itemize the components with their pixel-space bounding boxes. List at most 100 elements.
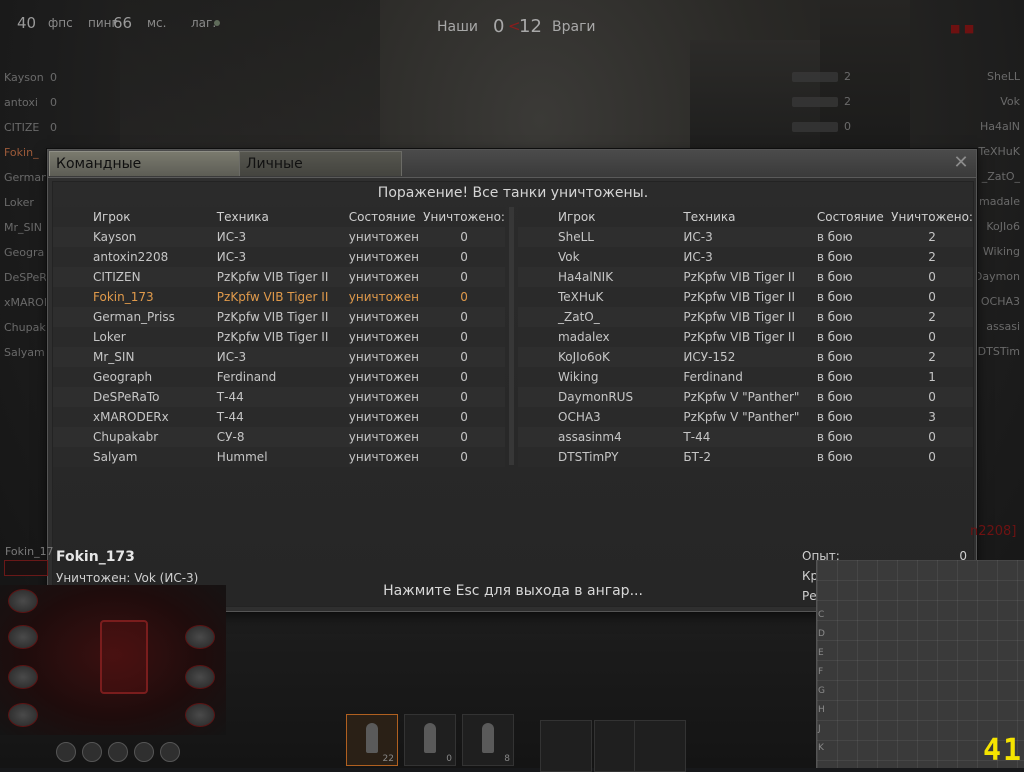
player-row: Wiking Ferdinand в бою 1 — [518, 367, 973, 387]
crew-radioman-icon — [134, 742, 154, 762]
player-row: DeSPeRaTo Т-44 уничтожен 0 — [53, 387, 505, 407]
lag-label: лаг. — [191, 16, 217, 30]
turret-icon — [8, 703, 38, 727]
minimap-row-label: D — [818, 629, 825, 639]
fire-extinguisher-slot-icon[interactable] — [634, 720, 686, 772]
player-row: Ha4alNIK PzKpfw VIB Tiger II в бою 0 — [518, 267, 973, 287]
health-bar — [4, 560, 48, 576]
state-cell: уничтожен — [348, 267, 424, 287]
score-ours: 0 — [493, 16, 505, 37]
kills-cell: 0 — [460, 250, 468, 264]
kills-cell: 0 — [928, 290, 936, 304]
tab-bar: Командные достижения Личные достижения ✕ — [48, 150, 976, 196]
ally-name: Mr_SIN — [4, 221, 42, 234]
enemy-tank-silhouette-icon — [792, 122, 838, 132]
column-header-state: Состояние — [348, 210, 416, 224]
ally-name: Geogra — [4, 246, 45, 259]
vehicle-cell: PzKpfw VIB Tiger II — [683, 330, 796, 344]
player-row: assasinm4 Т-44 в бою 0 — [518, 427, 973, 447]
player-row: CITIZEN PzKpfw VIB Tiger II уничтожен 0 — [53, 267, 505, 287]
state-cell: в бою — [816, 370, 853, 384]
player-name-cell: DTSTimPY — [558, 450, 619, 464]
vehicle-cell: PzKpfw V "Panther" — [683, 387, 817, 407]
vehicle-cell: Т-44 — [216, 410, 244, 424]
column-header-player: Игрок — [558, 210, 596, 224]
vehicle-cell: Т-44 — [216, 387, 349, 407]
repair-kit-slot-icon[interactable] — [540, 720, 592, 772]
vehicle-cell: СУ-8 — [216, 427, 349, 447]
enemy-score: 2 — [844, 95, 851, 108]
kills-cell: 0 — [423, 307, 505, 327]
vehicle-cell: ИС-3 — [683, 250, 713, 264]
ally-list-item: CITIZE 0 — [4, 119, 57, 137]
ammo-slot[interactable]: 22 — [346, 714, 398, 766]
state-cell: в бою — [816, 227, 892, 247]
team-enemy-table: Игрок Техника Состояние Уничтожено: SheL… — [518, 207, 973, 467]
vehicle-cell: ИС-3 — [216, 347, 349, 367]
player-name-cell: Chupakabr — [53, 427, 217, 447]
column-header-kills: Уничтожено: — [891, 210, 973, 224]
enemy-name: OCHA3 — [980, 295, 1020, 308]
state-cell: в бою — [816, 347, 892, 367]
damage-indicator-icon: ■ ■ — [950, 22, 975, 35]
state-cell: уничтожен — [348, 307, 424, 327]
crew-commander-icon — [56, 742, 76, 762]
tab-team-achievements[interactable]: Командные достижения — [49, 151, 240, 196]
player-row: _ZatO_ PzKpfw VIB Tiger II в бою 2 — [518, 307, 973, 327]
enemy-tank-silhouette-icon — [792, 97, 838, 107]
tab-personal-achievements[interactable]: Личные достижения — [239, 151, 402, 196]
enemy-name: assasi — [986, 320, 1020, 333]
player-name-cell: antoxin2208 — [93, 250, 169, 264]
player-name-cell: SheLL — [518, 227, 684, 247]
ammo-count: 22 — [382, 754, 394, 764]
state-cell: уничтожен — [348, 227, 424, 247]
vehicle-cell: ИС-3 — [216, 227, 349, 247]
state-cell: в бою — [816, 267, 892, 287]
ally-score: 0 — [50, 71, 57, 84]
fuel-tank-icon — [185, 665, 215, 689]
ally-list-item: Chupak — [4, 319, 46, 337]
score-enemy: 12 — [519, 16, 542, 37]
vehicle-cell: Hummel — [216, 450, 268, 464]
vehicle-cell: PzKpfw VIB Tiger II — [683, 267, 817, 287]
radio-icon — [185, 703, 215, 727]
ammo-slot[interactable]: 8 — [462, 714, 514, 766]
fps-value: 40 — [17, 14, 37, 32]
ally-name: Salyam — [4, 346, 45, 359]
vehicle-cell: ИСУ-152 — [683, 347, 817, 367]
player-row: Salyam Hummel уничтожен 0 — [53, 447, 505, 467]
kills-cell: 0 — [891, 267, 973, 287]
kills-cell: 0 — [423, 227, 505, 247]
column-header-state: Состояние — [816, 210, 884, 224]
player-row: antoxin2208 ИС-3 уничтожен 0 — [53, 247, 505, 267]
minimap-row-label: K — [818, 743, 824, 753]
team-ours-table: Игрок Техника Состояние Уничтожено: Kays… — [53, 207, 505, 467]
minimap-row-label: J — [818, 724, 821, 734]
close-icon[interactable]: ✕ — [952, 154, 970, 172]
kills-cell: 1 — [928, 370, 936, 384]
vehicle-cell: PzKpfw VIB Tiger II — [683, 307, 817, 327]
player-name-cell: assasinm4 — [518, 427, 684, 447]
player-row: Mr_SIN ИС-3 уничтожен 0 — [53, 347, 505, 367]
ammo-slot[interactable]: 0 — [404, 714, 456, 766]
kills-cell: 0 — [460, 370, 468, 384]
player-name-cell: Kayson — [53, 227, 217, 247]
battle-result-title: Поражение! Все танки уничтожены. — [377, 185, 649, 201]
kills-cell: 0 — [423, 387, 505, 407]
ping-value: 66 — [113, 14, 133, 32]
kills-cell: 0 — [423, 427, 505, 447]
team-ours-label: Наши — [437, 19, 479, 35]
minimap-row-label: C — [818, 610, 825, 620]
ally-score: 0 — [50, 96, 57, 109]
vehicle-cell: PzKpfw VIB Tiger II — [216, 330, 329, 344]
vehicle-cell: PzKpfw VIB Tiger II — [216, 290, 329, 304]
player-row: Fokin_173 PzKpfw VIB Tiger II уничтожен 0 — [53, 287, 505, 307]
ally-list-item: Salyam — [4, 344, 45, 362]
vehicle-cell: PzKpfw VIB Tiger II — [216, 307, 349, 327]
player-row: xMARODERx Т-44 уничтожен 0 — [53, 407, 505, 427]
state-cell: уничтожен — [348, 330, 419, 344]
player-row: OCHA3 PzKpfw V "Panther" в бою 3 — [518, 407, 973, 427]
ally-list-item: German — [4, 169, 48, 187]
kills-cell: 2 — [891, 227, 973, 247]
state-cell: в бою — [816, 290, 853, 304]
